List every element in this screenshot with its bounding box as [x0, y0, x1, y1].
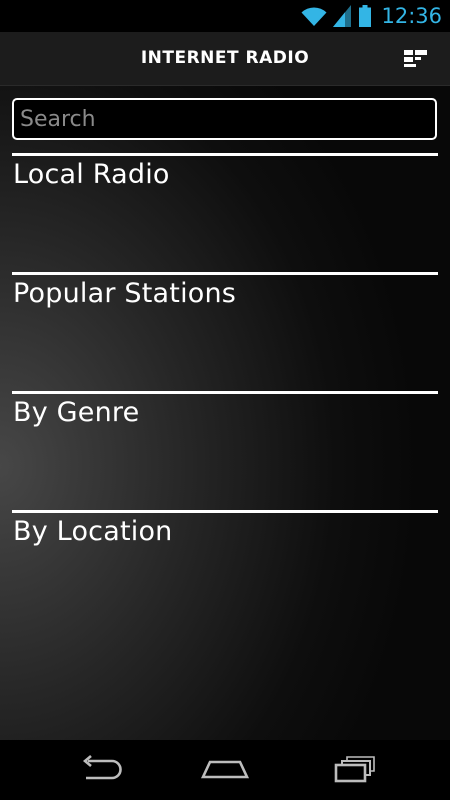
wifi-icon — [301, 5, 327, 27]
signal-icon — [333, 5, 352, 27]
recent-apps-button[interactable] — [322, 754, 382, 788]
menu-item-by-location[interactable]: By Location — [12, 510, 438, 626]
status-icons: 12:36 — [301, 0, 442, 32]
menu-item-label: By Genre — [13, 397, 140, 428]
menu-item-label: Popular Stations — [13, 278, 237, 309]
menu-item-local-radio[interactable]: Local Radio — [12, 153, 438, 269]
search-input[interactable] — [12, 98, 437, 140]
view-toggle-button[interactable] — [402, 47, 430, 71]
home-icon — [195, 754, 255, 784]
recent-apps-icon — [322, 754, 382, 784]
back-button[interactable] — [70, 754, 130, 788]
menu-item-popular-stations[interactable]: Popular Stations — [12, 272, 438, 388]
content-area: Local Radio Popular Stations By Genre By… — [0, 86, 450, 740]
action-bar: INTERNET RADIO — [0, 32, 450, 86]
menu-item-label: Local Radio — [13, 159, 170, 190]
navigation-bar — [0, 740, 450, 800]
home-button[interactable] — [195, 754, 255, 788]
app-title: INTERNET RADIO — [140, 48, 310, 68]
screen: 12:36 INTERNET RADIO Local Radio Popular — [0, 0, 450, 800]
menu-item-label: By Location — [13, 516, 173, 547]
status-bar: 12:36 — [0, 0, 450, 32]
battery-icon — [359, 5, 372, 27]
back-icon — [70, 754, 130, 784]
menu-item-by-genre[interactable]: By Genre — [12, 391, 438, 507]
clock: 12:36 — [381, 4, 442, 28]
list-view-icon — [402, 50, 430, 75]
